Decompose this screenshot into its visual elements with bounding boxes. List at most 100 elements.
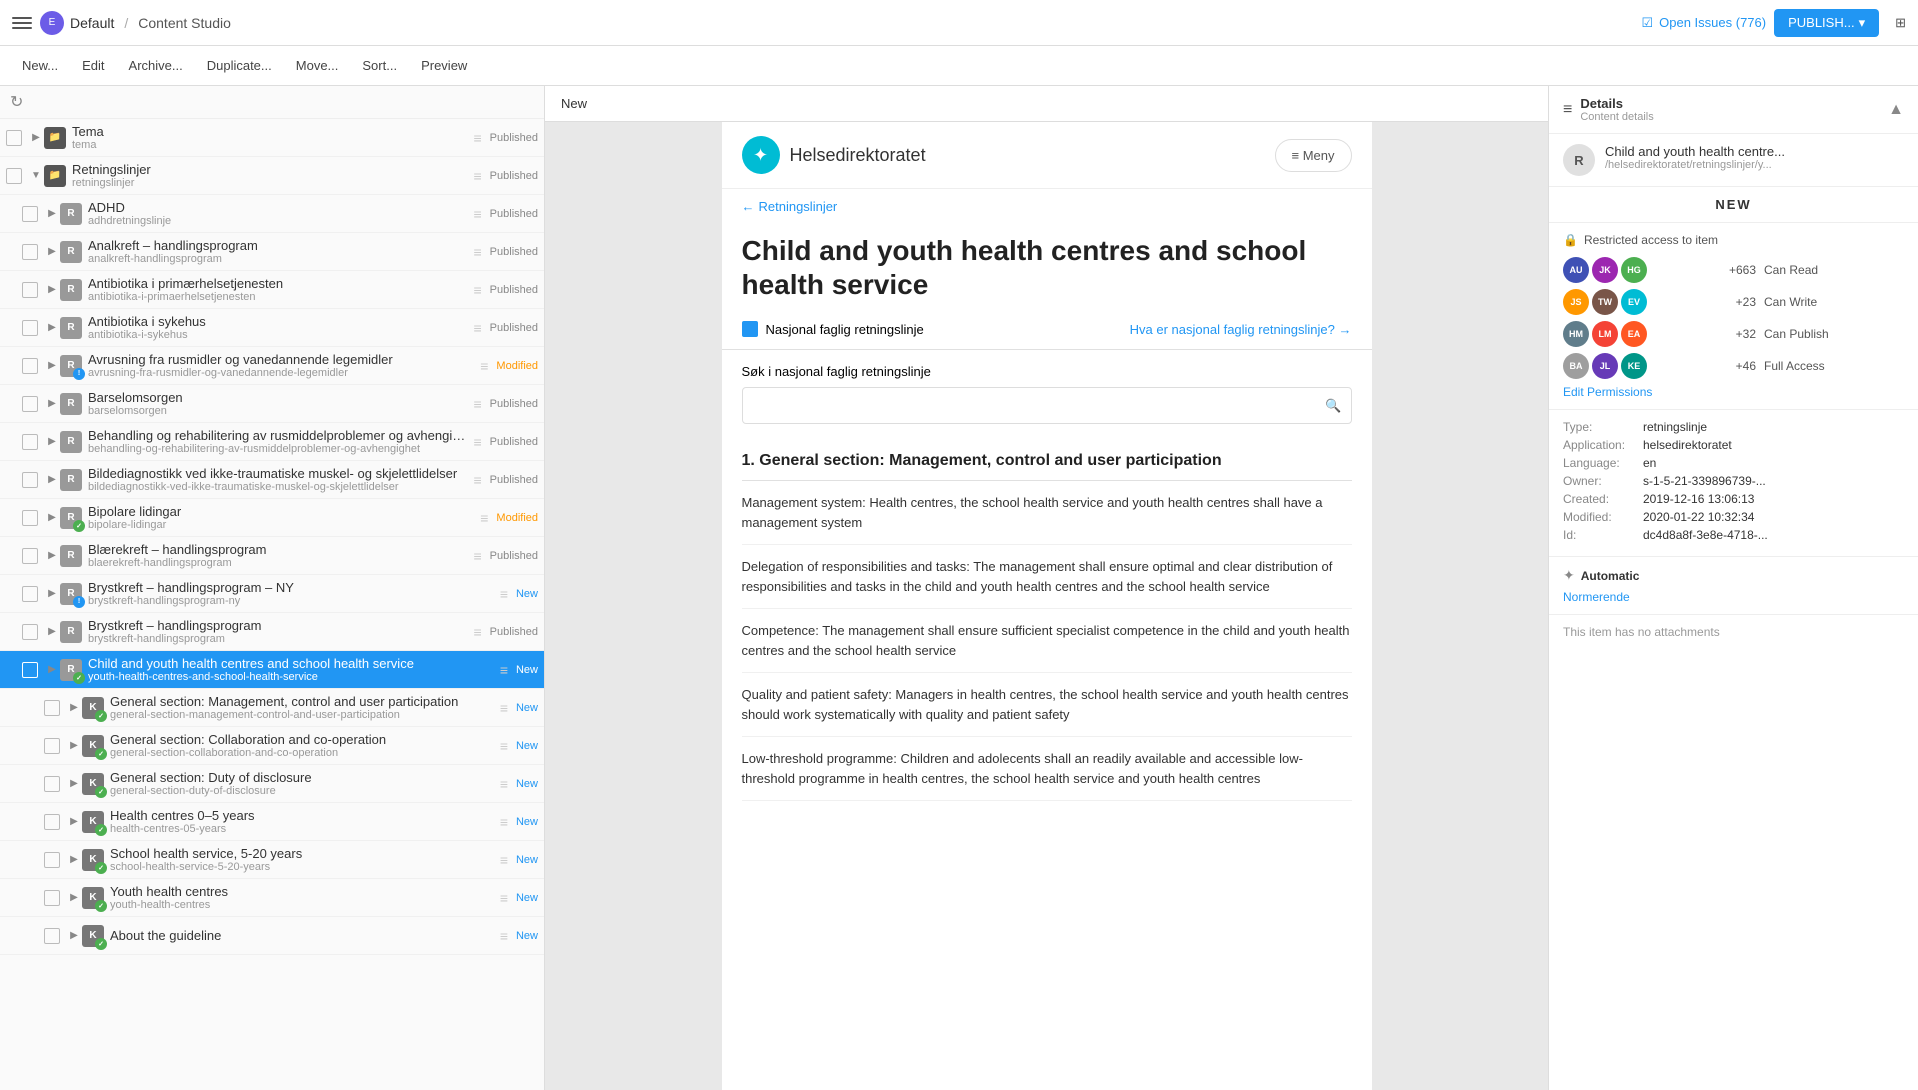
- tree-item-expander[interactable]: ▶: [44, 208, 60, 219]
- list-item[interactable]: ▶K✓About the guideline≡New: [0, 917, 544, 955]
- drag-handle-icon[interactable]: ≡: [480, 510, 488, 526]
- tree-item-checkbox[interactable]: [44, 890, 60, 906]
- drag-handle-icon[interactable]: ≡: [474, 624, 482, 640]
- tree-item-expander[interactable]: ▶: [66, 930, 82, 941]
- drag-handle-icon[interactable]: ≡: [500, 890, 508, 906]
- drag-handle-icon[interactable]: ≡: [500, 852, 508, 868]
- tree-item-expander[interactable]: ▶: [44, 588, 60, 599]
- tree-item-expander[interactable]: ▶: [44, 512, 60, 523]
- list-item[interactable]: ▶R✓Bipolare lidingarbipolare-lidingar≡Mo…: [0, 499, 544, 537]
- tree-item-checkbox[interactable]: [22, 396, 38, 412]
- drag-handle-icon[interactable]: ≡: [500, 700, 508, 716]
- tree-item-expander[interactable]: ▶: [66, 740, 82, 751]
- tree-item-checkbox[interactable]: [44, 928, 60, 944]
- tree-item-expander[interactable]: ▶: [44, 626, 60, 637]
- drag-handle-icon[interactable]: ≡: [474, 320, 482, 336]
- tree-item-checkbox[interactable]: [44, 738, 60, 754]
- drag-handle-icon[interactable]: ≡: [474, 168, 482, 184]
- tree-item-checkbox[interactable]: [22, 434, 38, 450]
- list-item[interactable]: ▶RBarselomsorgenbarselomsorgen≡Published: [0, 385, 544, 423]
- tree-item-expander[interactable]: ▶: [44, 246, 60, 257]
- open-issues-button[interactable]: ☑ Open Issues (776): [1641, 15, 1766, 31]
- tree-item-checkbox[interactable]: [22, 282, 38, 298]
- tree-item-checkbox[interactable]: [6, 130, 22, 146]
- tree-item-checkbox[interactable]: [22, 358, 38, 374]
- new-button[interactable]: New...: [12, 53, 68, 78]
- list-item[interactable]: ▶RAnalkreft – handlingsprogramanalkreft-…: [0, 233, 544, 271]
- edit-permissions-link[interactable]: Edit Permissions: [1563, 385, 1904, 399]
- tree-item-expander[interactable]: ▶: [44, 322, 60, 333]
- drag-handle-icon[interactable]: ≡: [474, 434, 482, 450]
- tree-item-expander[interactable]: ▼: [28, 170, 44, 181]
- grid-icon[interactable]: ⊞: [1895, 15, 1906, 31]
- drag-handle-icon[interactable]: ≡: [474, 548, 482, 564]
- drag-handle-icon[interactable]: ≡: [474, 130, 482, 146]
- tree-item-expander[interactable]: ▶: [44, 550, 60, 561]
- preview-breadcrumb[interactable]: ← Retningslinjer: [722, 189, 1372, 224]
- drag-handle-icon[interactable]: ≡: [474, 206, 482, 222]
- tree-item-checkbox[interactable]: [44, 852, 60, 868]
- list-item[interactable]: ▶RBlærekreft – handlingsprogramblaerekre…: [0, 537, 544, 575]
- menu-icon[interactable]: [12, 13, 32, 33]
- preview-button[interactable]: Preview: [411, 53, 477, 78]
- tree-item-expander[interactable]: ▶: [66, 816, 82, 827]
- tree-item-checkbox[interactable]: [22, 472, 38, 488]
- tree-item-checkbox[interactable]: [22, 586, 38, 602]
- list-item[interactable]: ▶K✓Health centres 0–5 yearshealth-centre…: [0, 803, 544, 841]
- drag-handle-icon[interactable]: ≡: [500, 928, 508, 944]
- list-item[interactable]: ▼📁Retningslinjerretningslinjer≡Published: [0, 157, 544, 195]
- list-item[interactable]: ▶RAntibiotika i primærhelsetjenestenanti…: [0, 271, 544, 309]
- refresh-icon[interactable]: ↻: [10, 92, 23, 112]
- tree-item-expander[interactable]: ▶: [28, 132, 44, 143]
- tree-item-checkbox[interactable]: [22, 662, 38, 678]
- list-item[interactable]: ▶R!Avrusning fra rusmidler og vanedannen…: [0, 347, 544, 385]
- auto-value[interactable]: Normerende: [1563, 590, 1904, 604]
- tree-item-expander[interactable]: ▶: [66, 892, 82, 903]
- list-item[interactable]: ▶K✓General section: Collaboration and co…: [0, 727, 544, 765]
- list-item[interactable]: ▶RBrystkreft – handlingsprogrambrystkref…: [0, 613, 544, 651]
- tree-item-checkbox[interactable]: [22, 548, 38, 564]
- list-item[interactable]: ▶RADHDadhdretningslinje≡Published: [0, 195, 544, 233]
- list-item[interactable]: ▶R✓Child and youth health centres and sc…: [0, 651, 544, 689]
- duplicate-button[interactable]: Duplicate...: [197, 53, 282, 78]
- tree-item-expander[interactable]: ▶: [44, 398, 60, 409]
- list-item[interactable]: ▶RAntibiotika i sykehusantibiotika-i-syk…: [0, 309, 544, 347]
- center-content[interactable]: ✦ Helsedirektoratet ≡ Meny ← Retningslin…: [545, 122, 1548, 1090]
- preview-menu-button[interactable]: ≡ Meny: [1275, 139, 1352, 172]
- archive-button[interactable]: Archive...: [119, 53, 193, 78]
- list-item[interactable]: ▶📁Tematema≡Published: [0, 119, 544, 157]
- tree-item-checkbox[interactable]: [44, 700, 60, 716]
- drag-handle-icon[interactable]: ≡: [500, 738, 508, 754]
- tree-item-expander[interactable]: ▶: [44, 284, 60, 295]
- tree-item-checkbox[interactable]: [44, 776, 60, 792]
- tree-item-expander[interactable]: ▶: [66, 854, 82, 865]
- drag-handle-icon[interactable]: ≡: [474, 472, 482, 488]
- search-input[interactable]: [742, 387, 1352, 424]
- tree-item-expander[interactable]: ▶: [44, 436, 60, 447]
- move-button[interactable]: Move...: [286, 53, 349, 78]
- collapse-button[interactable]: ▲: [1888, 101, 1904, 119]
- drag-handle-icon[interactable]: ≡: [474, 396, 482, 412]
- edit-button[interactable]: Edit: [72, 53, 114, 78]
- tree-item-expander[interactable]: ▶: [66, 702, 82, 713]
- drag-handle-icon[interactable]: ≡: [474, 244, 482, 260]
- sort-button[interactable]: Sort...: [352, 53, 407, 78]
- tree-item-checkbox[interactable]: [22, 244, 38, 260]
- drag-handle-icon[interactable]: ≡: [500, 814, 508, 830]
- tree-item-checkbox[interactable]: [22, 624, 38, 640]
- tree-item-expander[interactable]: ▶: [44, 474, 60, 485]
- drag-handle-icon[interactable]: ≡: [500, 586, 508, 602]
- drag-handle-icon[interactable]: ≡: [500, 776, 508, 792]
- tree-item-checkbox[interactable]: [22, 206, 38, 222]
- drag-handle-icon[interactable]: ≡: [474, 282, 482, 298]
- tree-item-checkbox[interactable]: [44, 814, 60, 830]
- list-item[interactable]: ▶RBehandling og rehabilitering av rusmid…: [0, 423, 544, 461]
- meta-link[interactable]: Hva er nasjonal faglig retningslinje? →: [1130, 322, 1352, 337]
- publish-button[interactable]: PUBLISH... ▾: [1774, 9, 1879, 37]
- list-item[interactable]: ▶RBildediagnostikk ved ikke-traumatiske …: [0, 461, 544, 499]
- tree-item-checkbox[interactable]: [6, 168, 22, 184]
- list-item[interactable]: ▶K✓General section: Duty of disclosurege…: [0, 765, 544, 803]
- list-item[interactable]: ▶R!Brystkreft – handlingsprogram – NYbry…: [0, 575, 544, 613]
- tree-item-checkbox[interactable]: [22, 510, 38, 526]
- list-item[interactable]: ▶K✓School health service, 5-20 yearsscho…: [0, 841, 544, 879]
